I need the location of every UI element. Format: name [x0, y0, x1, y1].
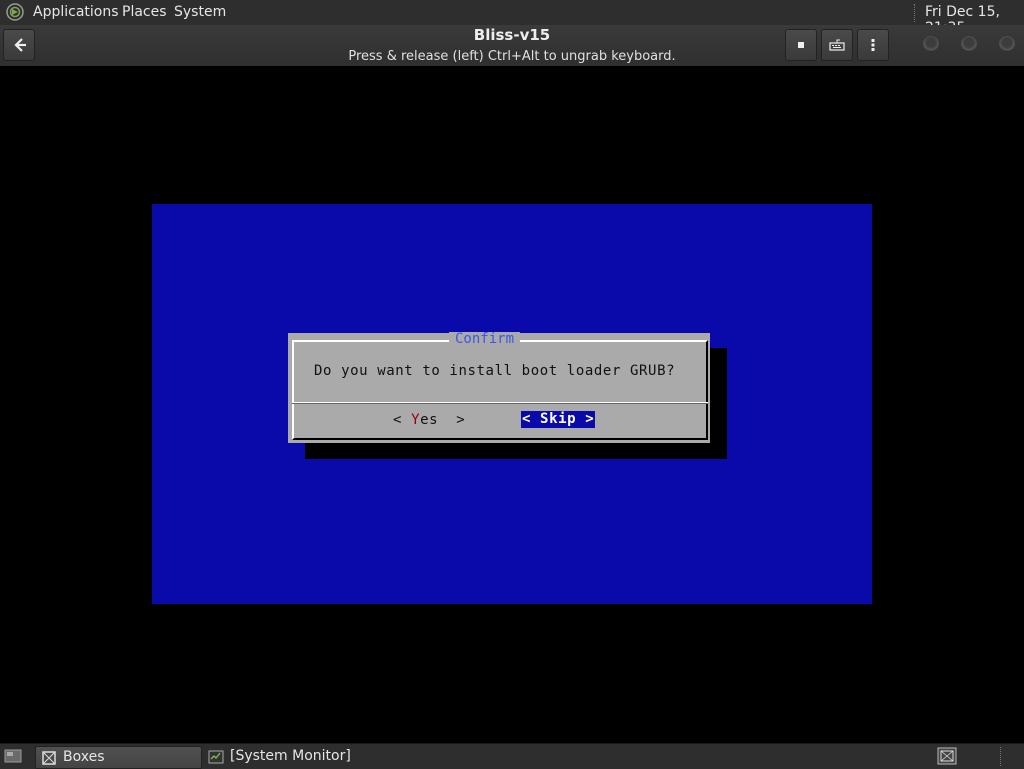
close-button[interactable]	[999, 36, 1015, 52]
menu-places[interactable]: Places	[122, 4, 167, 22]
confirm-dialog: Confirm Do you want to install boot load…	[288, 332, 710, 443]
task-boxes[interactable]: Boxes	[35, 746, 202, 769]
dialog-title: Confirm	[449, 332, 521, 346]
tray-separator	[1000, 747, 1001, 766]
task-system-monitor-label: [System Monitor]	[230, 748, 351, 764]
keyboard-icon	[829, 39, 845, 51]
panel-separator	[914, 4, 917, 22]
boxes-app-icon	[42, 751, 56, 765]
menu-system[interactable]: System	[174, 4, 226, 22]
dialog-message: Do you want to install boot loader GRUB?	[314, 363, 676, 379]
vertical-ellipsis-icon	[871, 39, 875, 51]
task-boxes-label: Boxes	[63, 749, 105, 765]
properties-menu-button[interactable]	[857, 29, 889, 61]
skip-button[interactable]: < Skip >	[521, 411, 596, 428]
menu-applications[interactable]: Applications	[33, 4, 119, 22]
yes-button-hotkey: Y	[411, 412, 421, 428]
task-system-monitor[interactable]: [System Monitor]	[203, 746, 383, 767]
bottom-taskbar: Boxes [System Monitor]	[0, 743, 1024, 769]
maximize-button[interactable]	[961, 36, 977, 52]
workspace-switcher-icon[interactable]	[937, 747, 957, 765]
dialog-divider	[292, 402, 708, 404]
yes-button-rest: es >	[420, 412, 466, 428]
show-desktop-icon[interactable]	[4, 748, 22, 764]
stop-icon	[798, 42, 804, 48]
stop-button[interactable]	[785, 29, 817, 61]
header-bar: Bliss-v15 Press & release (left) Ctrl+Al…	[0, 25, 1024, 67]
yes-button-left: <	[393, 412, 412, 428]
minimize-button[interactable]	[923, 36, 939, 52]
distro-logo-icon[interactable]	[6, 3, 24, 21]
top-panel: Applications Places System Fri Dec 15, 2…	[0, 0, 1024, 36]
yes-button[interactable]: < Yes >	[393, 412, 465, 428]
system-monitor-icon	[208, 750, 224, 764]
dialog-frame	[292, 340, 708, 440]
keyboard-button[interactable]	[821, 29, 853, 61]
